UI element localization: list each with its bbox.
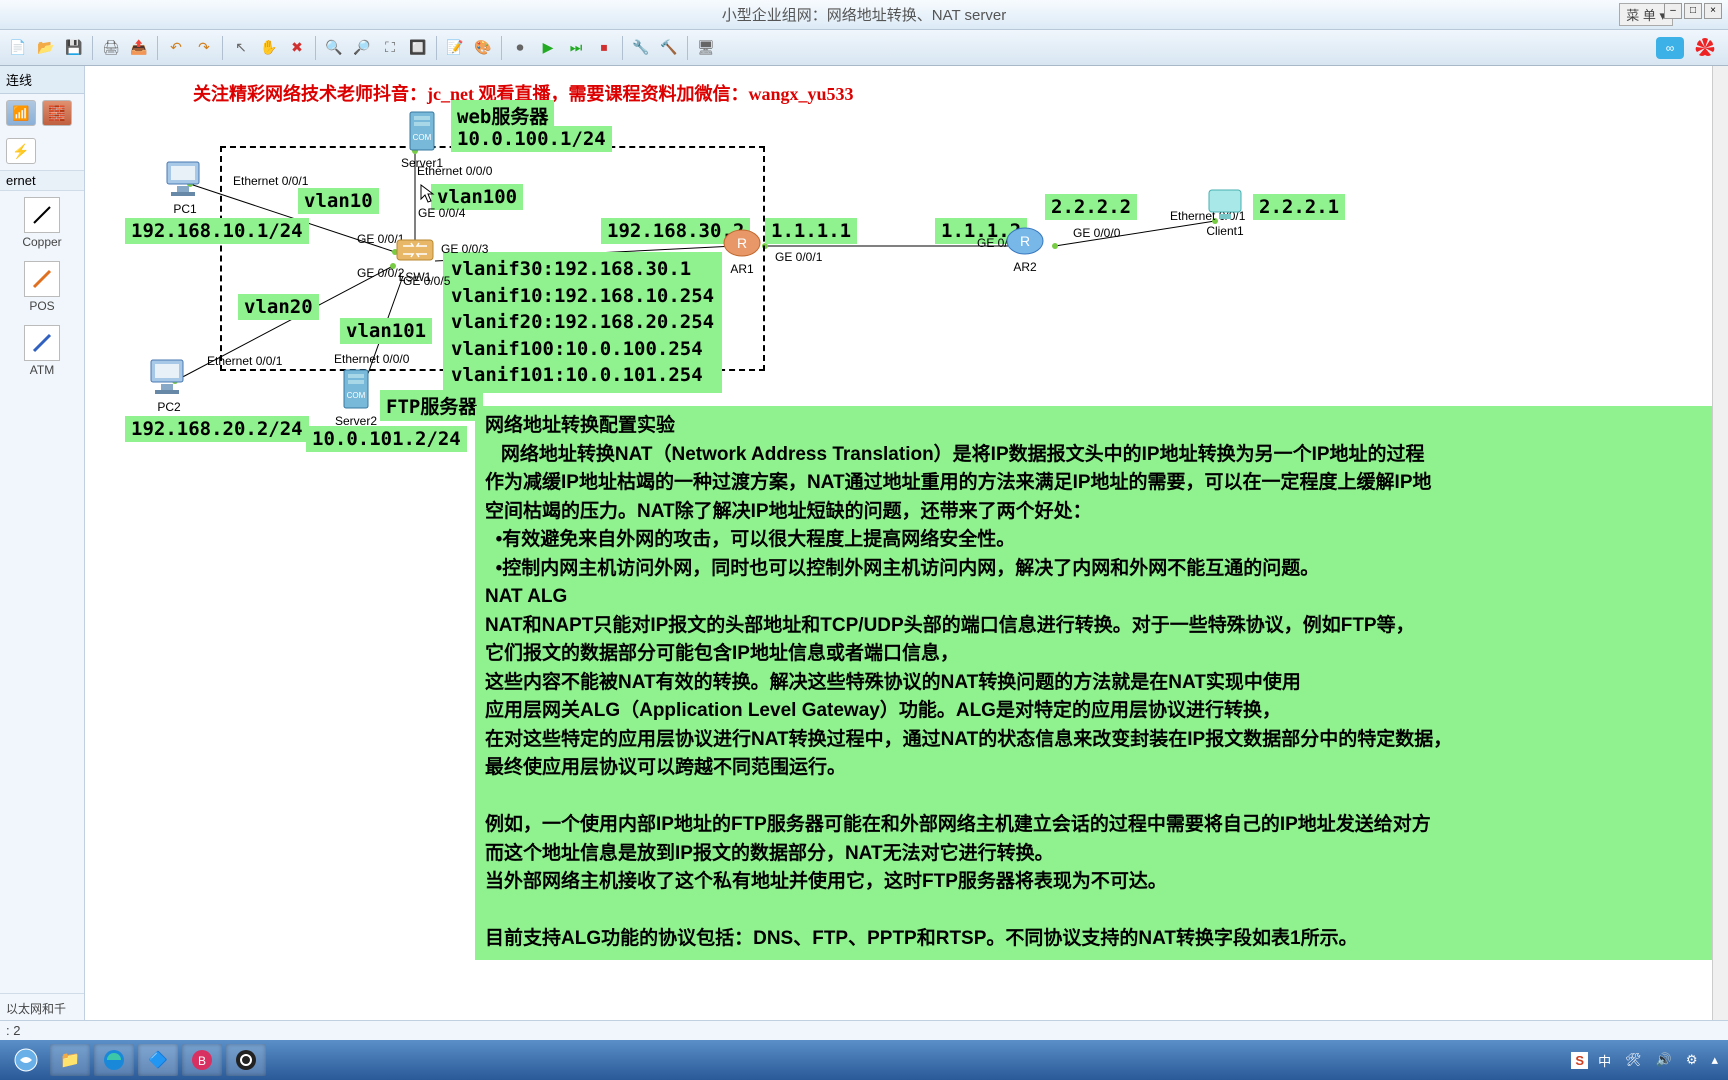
- port-ar1-ge001: GE 0/0/1: [775, 250, 822, 264]
- start-button[interactable]: [6, 1044, 46, 1076]
- workspace: 连线 📶 🧱 ⚡ ernet Copper POS ATM 以太网和千 。: [0, 66, 1728, 1040]
- label-vlan20: vlan20: [238, 294, 319, 320]
- minimize-button[interactable]: –: [1664, 3, 1682, 19]
- port-ar2-ge000: GE 0/0/0: [1073, 226, 1120, 240]
- task-obs[interactable]: [226, 1044, 266, 1076]
- device-server1[interactable]: COM Server1: [401, 110, 443, 170]
- label-web-ip: 10.0.100.1/24: [451, 126, 612, 152]
- undo-icon[interactable]: ↶: [164, 36, 188, 60]
- vlanif-box: vlanif30:192.168.30.1 vlanif10:192.168.1…: [443, 252, 722, 393]
- tool-copper[interactable]: Copper: [0, 191, 84, 255]
- port-s2-eth: Ethernet 0/0/0: [334, 352, 409, 366]
- close-button[interactable]: ×: [1704, 3, 1722, 19]
- svg-text:B: B: [198, 1054, 206, 1068]
- statusbar: : 2: [0, 1020, 1728, 1040]
- label-client-ip: 2.2.2.1: [1253, 194, 1345, 220]
- left-panel: 连线 📶 🧱 ⚡ ernet Copper POS ATM 以太网和千 。: [0, 66, 85, 1040]
- cloud-icon[interactable]: ∞: [1656, 37, 1684, 59]
- tool-pos[interactable]: POS: [0, 255, 84, 319]
- maximize-button[interactable]: □: [1684, 3, 1702, 19]
- palette-icon[interactable]: 🎨: [471, 36, 495, 60]
- new-icon[interactable]: 📄: [6, 36, 30, 60]
- pointer-icon[interactable]: ↖: [229, 36, 253, 60]
- device-lsw1[interactable]: LSW1: [395, 234, 435, 284]
- svg-text:COM: COM: [413, 133, 432, 142]
- zoom-in-icon[interactable]: 🔍: [322, 36, 346, 60]
- window-controls: – □ ×: [1664, 3, 1722, 19]
- delete-icon[interactable]: ✖: [285, 36, 309, 60]
- label-vlan101: vlan101: [340, 318, 432, 344]
- device-wlan-icon[interactable]: 📶: [6, 100, 36, 126]
- label-ar2-right: 2.2.2.2: [1045, 194, 1137, 220]
- device-auto-icon[interactable]: ⚡: [6, 138, 36, 164]
- text-icon[interactable]: 📝: [443, 36, 467, 60]
- device-server2[interactable]: COM Server2: [335, 368, 377, 428]
- atm-icon: [24, 325, 60, 361]
- record-icon[interactable]: ⏺: [508, 36, 532, 60]
- screen-icon[interactable]: 🖥: [694, 36, 718, 60]
- svg-text:COM: COM: [347, 391, 366, 400]
- device-pc2[interactable]: PC2: [145, 358, 193, 414]
- device-client1[interactable]: Client1: [1205, 186, 1245, 238]
- taskbar: 📁 🔷 B S 中 🛠 🔊 ⚙ ▴: [0, 1040, 1728, 1080]
- titlebar: 小型企业组网：网络地址转换、NAT server 菜 单 ▾ – □ ×: [0, 0, 1728, 30]
- port-pc2-eth: Ethernet 0/0/1: [207, 354, 282, 368]
- open-icon[interactable]: 📂: [34, 36, 58, 60]
- tool-b-icon[interactable]: 🔨: [657, 36, 681, 60]
- pan-icon[interactable]: ✋: [257, 36, 281, 60]
- device-ar2[interactable]: R AR2: [1005, 224, 1045, 274]
- description-box: 网络地址转换配置实验 网络地址转换NAT（Network Address Tra…: [475, 406, 1724, 960]
- label-pc2-ip: 192.168.20.2/24: [125, 416, 309, 442]
- tray-expand-icon[interactable]: ▴: [1707, 1050, 1722, 1070]
- ime-icon[interactable]: S: [1571, 1052, 1588, 1069]
- window-title: 小型企业组网：网络地址转换、NAT server: [722, 4, 1006, 25]
- print-icon[interactable]: 🖨: [99, 36, 123, 60]
- label-ar1-left: 1.1.1.1: [765, 218, 857, 244]
- panel-header-connections: 连线: [0, 66, 84, 94]
- device-ar1[interactable]: R AR1: [722, 226, 762, 276]
- port-ge003: GE 0/0/3: [441, 242, 488, 256]
- redo-icon[interactable]: ↷: [192, 36, 216, 60]
- play-icon[interactable]: ▶: [536, 36, 560, 60]
- label-vlan10: vlan10: [298, 188, 379, 214]
- port-ge004: GE 0/0/4: [418, 206, 465, 220]
- lang-icon[interactable]: 中: [1594, 1049, 1615, 1072]
- pos-icon: [24, 261, 60, 297]
- huawei-logo: [1690, 37, 1720, 59]
- zoom-actual-icon[interactable]: 🔲: [406, 36, 430, 60]
- tool-a-icon[interactable]: 🔧: [629, 36, 653, 60]
- toolbar: 📄 📂 💾 🖨 📤 ↶ ↷ ↖ ✋ ✖ 🔍 🔎 ⛶ 🔲 📝 🎨 ⏺ ▶ ⏭ ⏹ …: [0, 30, 1728, 66]
- tray-misc2-icon[interactable]: ⚙: [1682, 1050, 1702, 1070]
- copper-icon: [24, 197, 60, 233]
- port-pc1-eth: Ethernet 0/0/1: [233, 174, 308, 188]
- task-record[interactable]: B: [182, 1044, 222, 1076]
- tray-misc1-icon[interactable]: 🛠: [1621, 1050, 1646, 1070]
- scrollbar-vertical[interactable]: [1712, 66, 1728, 1024]
- task-explorer[interactable]: 📁: [50, 1044, 90, 1076]
- label-ftp-ip: 10.0.101.2/24: [306, 426, 467, 452]
- stop-icon[interactable]: ⏹: [592, 36, 616, 60]
- save-icon[interactable]: 💾: [62, 36, 86, 60]
- tray-volume-icon[interactable]: 🔊: [1652, 1050, 1676, 1070]
- task-ensp[interactable]: 🔷: [138, 1044, 178, 1076]
- label-ftp-server: FTP服务器: [380, 390, 483, 421]
- zoom-fit-icon[interactable]: ⛶: [378, 36, 402, 60]
- task-edge[interactable]: [94, 1044, 134, 1076]
- svg-text:R: R: [1020, 233, 1030, 249]
- zoom-out-icon[interactable]: 🔎: [350, 36, 374, 60]
- category-internet[interactable]: ernet: [0, 170, 84, 191]
- system-tray: S 中 🛠 🔊 ⚙ ▴: [1571, 1049, 1722, 1072]
- label-pc1-ip: 192.168.10.1/24: [125, 218, 309, 244]
- step-icon[interactable]: ⏭: [564, 36, 588, 60]
- svg-text:R: R: [737, 235, 747, 251]
- export-icon[interactable]: 📤: [127, 36, 151, 60]
- device-pc1[interactable]: PC1: [161, 160, 209, 216]
- device-firewall-icon[interactable]: 🧱: [42, 100, 72, 126]
- canvas[interactable]: 关注精彩网络技术老师抖音：jc_net 观看直播，需要课程资料加微信：wangx…: [85, 66, 1728, 1040]
- tool-atm[interactable]: ATM: [0, 319, 84, 383]
